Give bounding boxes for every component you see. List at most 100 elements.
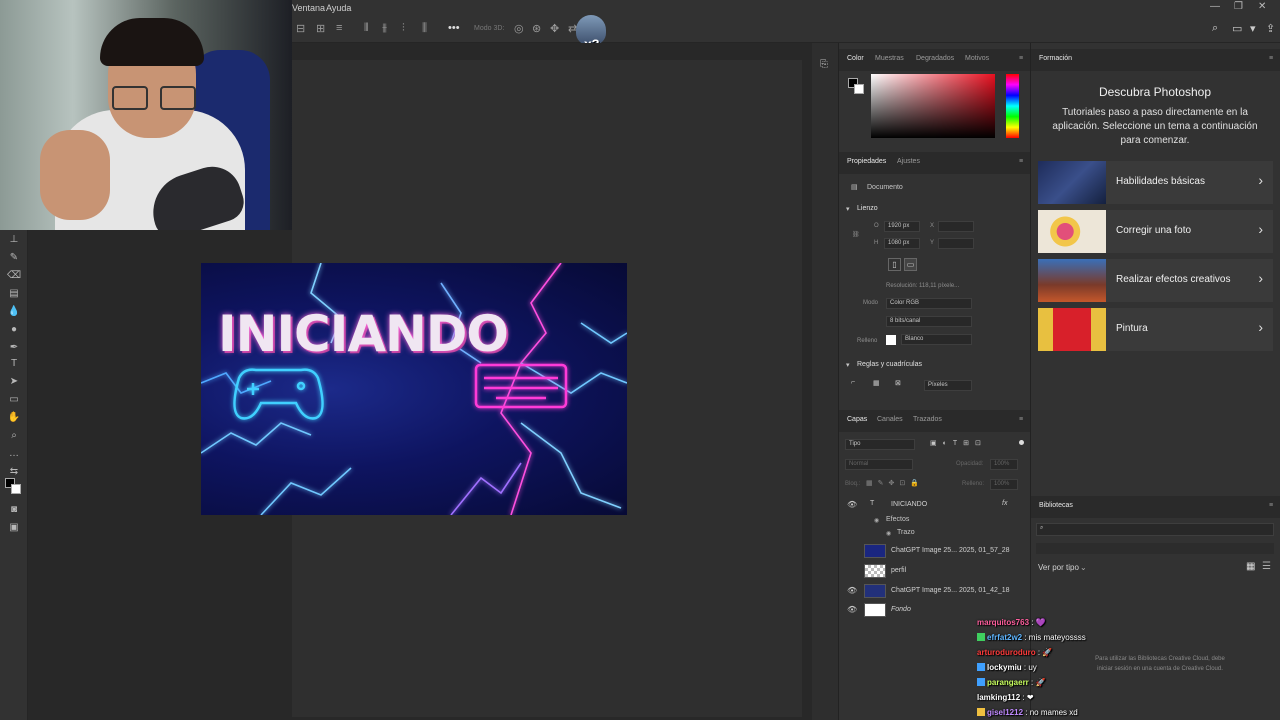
effects-eye-icon[interactable]: ◉: [874, 517, 879, 524]
panel-menu-icon[interactable]: ≡: [1019, 158, 1023, 165]
distribute-middle-icon[interactable]: ⫵: [382, 22, 387, 35]
roll-icon[interactable]: ⊛: [532, 22, 541, 35]
color-mode-select[interactable]: Color RGB: [886, 298, 972, 309]
align-right-icon[interactable]: ≡: [336, 22, 342, 34]
workspace-menu-icon[interactable]: ▾: [1250, 22, 1256, 35]
menu-ventana[interactable]: Ventana: [292, 3, 325, 13]
zoom-tool-icon[interactable]: ⌕: [7, 429, 21, 443]
layer-filter-select[interactable]: Tipo: [845, 439, 915, 450]
grid-view-icon[interactable]: ▦: [1246, 561, 1255, 572]
orbit-icon[interactable]: ◎: [514, 22, 524, 35]
panel-menu-icon[interactable]: ≡: [1269, 55, 1273, 62]
tab-bibliotecas[interactable]: Bibliotecas: [1039, 502, 1073, 509]
list-view-icon[interactable]: ☰: [1262, 561, 1271, 572]
width-field[interactable]: 1920 px: [884, 221, 920, 232]
tab-motivos[interactable]: Motivos: [965, 55, 989, 62]
portrait-icon[interactable]: ▯: [888, 258, 901, 271]
quick-mask-icon[interactable]: ◙: [7, 503, 21, 517]
close-icon[interactable]: ✕: [1258, 1, 1266, 12]
panel-menu-icon[interactable]: ≡: [1269, 502, 1273, 509]
tab-degradados[interactable]: Degradados: [916, 55, 954, 62]
workspace-icon[interactable]: ▭: [1232, 22, 1242, 35]
fill-select[interactable]: Blanco: [901, 334, 972, 345]
menu-ayuda[interactable]: Ayuda: [326, 3, 351, 13]
panel-menu-icon[interactable]: ≡: [1019, 416, 1023, 423]
visibility-eye-icon[interactable]: 👁: [847, 500, 857, 509]
view-by-type-label[interactable]: Ver por tipo: [1038, 563, 1079, 572]
height-field[interactable]: 1080 px: [884, 238, 920, 249]
restore-icon[interactable]: ❐: [1234, 1, 1243, 12]
tab-color[interactable]: Color: [847, 55, 864, 62]
fill-opacity-field[interactable]: 100%: [990, 479, 1018, 490]
tutorial-card[interactable]: Corregir una foto ›: [1038, 210, 1273, 253]
type-tool-icon[interactable]: T: [7, 357, 21, 371]
chevron-down-icon[interactable]: ⌄: [1080, 563, 1087, 572]
screen-mode-icon[interactable]: ▣: [7, 521, 21, 535]
library-select[interactable]: [1036, 543, 1274, 554]
blend-mode-select[interactable]: Normal: [845, 459, 913, 470]
collapse-icon[interactable]: ▾: [846, 205, 850, 213]
layer-row[interactable]: 👁 ChatGPT Image 25... 2025, 01_42_18: [840, 581, 1028, 601]
path-select-icon[interactable]: ➤: [7, 375, 21, 389]
tutorial-card[interactable]: Realizar efectos creativos ›: [1038, 259, 1273, 302]
lock-icons[interactable]: ▦✎✥⊡🔒: [866, 479, 924, 487]
tab-muestras[interactable]: Muestras: [875, 55, 904, 62]
background-swatch[interactable]: [854, 84, 864, 94]
opacity-field[interactable]: 100%: [990, 459, 1018, 470]
layer-fx-badge[interactable]: fx: [1002, 500, 1007, 507]
tab-ajustes[interactable]: Ajustes: [897, 158, 920, 165]
tutorial-card[interactable]: Habilidades básicas ›: [1038, 161, 1273, 204]
panel-menu-icon[interactable]: ≡: [1019, 55, 1023, 62]
layer-row[interactable]: ChatGPT Image 25... 2025, 01_57_28: [840, 541, 1028, 561]
layer-row[interactable]: perfil: [840, 561, 1028, 581]
visibility-eye-icon[interactable]: 👁: [847, 605, 857, 614]
rectangle-tool-icon[interactable]: ▭: [7, 393, 21, 407]
pan-icon[interactable]: ✥: [550, 22, 559, 35]
more-tools-icon[interactable]: …: [7, 447, 21, 461]
link-icon[interactable]: ⛓: [852, 231, 860, 238]
layer-row[interactable]: 👁 Fondo: [840, 600, 1028, 620]
tab-formacion[interactable]: Formación: [1039, 55, 1072, 62]
tab-trazados[interactable]: Trazados: [913, 416, 942, 423]
hand-tool-icon[interactable]: ✋: [7, 411, 21, 425]
color-field[interactable]: [871, 74, 995, 138]
distribute-bottom-icon[interactable]: ⫶: [402, 22, 405, 35]
tutorial-card[interactable]: Pintura ›: [1038, 308, 1273, 351]
align-center-icon[interactable]: ⊞: [316, 22, 325, 35]
visibility-eye-icon[interactable]: 👁: [847, 586, 857, 595]
pen-tool-icon[interactable]: ✒: [7, 341, 21, 355]
tab-capas[interactable]: Capas: [847, 416, 867, 423]
align-left-icon[interactable]: ⊟: [296, 22, 305, 35]
collapse-icon[interactable]: ▾: [846, 361, 850, 369]
search-icon[interactable]: ⌕: [1212, 22, 1218, 35]
background-color-swatch[interactable]: [11, 484, 21, 494]
swap-colors-icon[interactable]: ⇆: [7, 465, 21, 479]
layer-filter-icons[interactable]: ▣◐T⊞⊡: [930, 439, 987, 447]
distribute-top-icon[interactable]: ⫴: [364, 22, 369, 35]
eraser-icon[interactable]: ⌫: [7, 269, 21, 283]
libraries-search[interactable]: ⌕: [1036, 523, 1274, 536]
blur-tool-icon[interactable]: 💧: [7, 305, 21, 319]
guides-icon[interactable]: ⊠: [895, 379, 901, 387]
more-options-icon[interactable]: •••: [448, 22, 460, 34]
x-field[interactable]: [938, 221, 974, 232]
tab-propiedades[interactable]: Propiedades: [847, 158, 886, 165]
units-select[interactable]: Píxeles: [924, 380, 972, 391]
history-panel-icon[interactable]: ⎘: [820, 59, 828, 70]
gradient-tool-icon[interactable]: ▤: [7, 287, 21, 301]
tab-canales[interactable]: Canales: [877, 416, 903, 423]
hue-slider[interactable]: [1006, 74, 1019, 138]
ruler-icon[interactable]: ⌐: [851, 379, 855, 386]
distribute-h-icon[interactable]: ⫼: [422, 22, 427, 35]
landscape-icon[interactable]: ▭: [904, 258, 917, 271]
share-icon[interactable]: ⇪: [1266, 22, 1275, 35]
y-field[interactable]: [938, 238, 974, 249]
grid-icon[interactable]: ▦: [873, 379, 880, 387]
document-canvas[interactable]: INICIANDO: [201, 263, 627, 515]
bit-depth-select[interactable]: 8 bits/canal: [886, 316, 972, 327]
dodge-tool-icon[interactable]: ●: [7, 323, 21, 337]
stroke-eye-icon[interactable]: ◉: [886, 530, 891, 537]
history-brush-icon[interactable]: ✎: [7, 251, 21, 265]
filter-toggle-icon[interactable]: [1019, 440, 1024, 445]
stamp-tool-icon[interactable]: ⊥: [7, 233, 21, 247]
